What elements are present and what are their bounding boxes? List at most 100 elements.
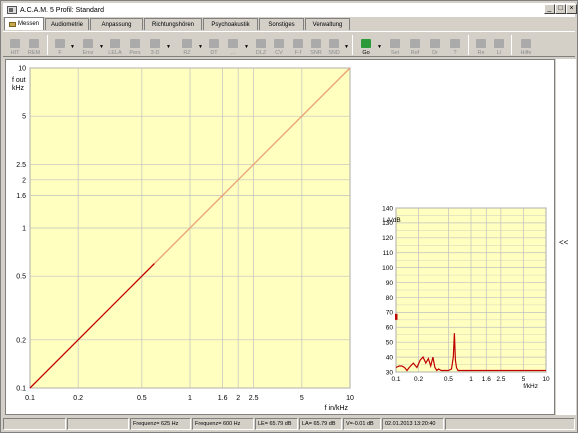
snd-button[interactable]: SND: [326, 34, 342, 56]
emz-dropdown-arrow[interactable]: ▼: [99, 44, 104, 50]
3d-button[interactable]: 3-D: [147, 34, 163, 56]
button-label: Li: [496, 50, 502, 56]
print-button[interactable]: Dr: [428, 34, 442, 56]
close-button[interactable]: ×: [566, 4, 577, 14]
tab-richtungshoeren[interactable]: Richtungshören: [144, 18, 202, 30]
tab-sonstiges[interactable]: Sonstiges: [259, 18, 304, 30]
button-label: ...: [230, 50, 236, 56]
more-dropdown-arrow[interactable]: ▼: [244, 44, 249, 50]
rz-button[interactable]: RZ: [179, 34, 195, 56]
ref-icon: [410, 39, 420, 48]
pers-icon: [130, 39, 140, 48]
button-label: RZ: [183, 50, 191, 56]
toolbar-separator: [468, 35, 469, 55]
snr-button[interactable]: SNR: [308, 34, 324, 56]
tab-label: Psychoakustik: [211, 21, 250, 28]
set-button[interactable]: Set: [388, 34, 402, 56]
3d-icon: [150, 39, 160, 48]
x-tick-label: 1: [188, 395, 192, 402]
status-la: LA= 65.79 dB: [299, 418, 342, 430]
title-bar: A.C.A.M. 5 Profil: Standard _ □ ×: [3, 3, 577, 17]
minimize-button[interactable]: _: [544, 4, 555, 14]
status-datetime: 02.01.2013 13:20:40: [382, 418, 444, 430]
lela-button[interactable]: LELA: [106, 34, 124, 56]
button-label: Go: [362, 50, 370, 56]
dlz-icon: [256, 39, 266, 48]
tab-icon: [8, 21, 16, 27]
cv-button[interactable]: CV: [272, 34, 286, 56]
tab-audiometrie[interactable]: Audiometrie: [45, 18, 89, 30]
spectrum-y-tick-label: 80: [386, 295, 394, 302]
hilfe-button[interactable]: Hilfe: [518, 34, 534, 56]
more-button[interactable]: ...: [225, 34, 241, 56]
spectrum-y-tick-label: 40: [386, 354, 394, 361]
f-dropdown-arrow[interactable]: ▼: [70, 44, 75, 50]
tab-messen[interactable]: Messen: [4, 17, 44, 30]
maximize-button[interactable]: □: [555, 4, 566, 14]
y-tick-label: 5: [22, 114, 26, 121]
x-tick-label: 10: [346, 395, 354, 402]
measurement-panel: 0.1 0.2 0.5 1 1.6 2 2.5 5 10 0.1 0.2 0.5 1 1.6 2 2.5 5 10…: [5, 59, 555, 415]
spectrum-x-tick-label: 10: [542, 376, 550, 383]
left-ear-button[interactable]: Li: [493, 34, 505, 56]
spectrum-y-tick-label: 100: [382, 265, 393, 272]
ref-button[interactable]: Ref: [408, 34, 422, 56]
spectrum-y-tick-label: 70: [386, 310, 394, 317]
hit-button[interactable]: HIT: [7, 34, 23, 56]
spectrum-x-tick-label: 0.2: [414, 376, 423, 383]
tab-psychoakustik[interactable]: Psychoakustik: [203, 18, 258, 30]
y-tick-label: 2.5: [16, 162, 26, 169]
spectrum-x-tick-label: 0.5: [444, 376, 453, 383]
tab-label: Audiometrie: [50, 21, 83, 28]
dt-button[interactable]: DT: [207, 34, 221, 56]
tab-verwaltung[interactable]: Verwaltung: [305, 18, 350, 30]
f-button[interactable]: F: [53, 34, 67, 56]
ff-button[interactable]: F-f: [291, 34, 305, 56]
x-tick-label: 2.5: [249, 395, 259, 402]
question-icon: [450, 39, 460, 48]
toolbar-separator: [47, 35, 48, 55]
button-label: ?: [453, 50, 457, 56]
x-tick-label: 2: [236, 395, 240, 402]
tab-anpassung[interactable]: Anpassung: [90, 18, 143, 30]
button-label: DLZ: [255, 50, 267, 56]
3d-dropdown-arrow[interactable]: ▼: [166, 44, 171, 50]
x-tick-label: 5: [300, 395, 304, 402]
x-tick-label: 0.2: [73, 395, 83, 402]
more-icon: [228, 39, 238, 48]
button-label: Dr: [432, 50, 438, 56]
spectrum-x-tick-label: 5: [522, 376, 526, 383]
y-tick-label: 1: [22, 226, 26, 233]
rz-dropdown-arrow[interactable]: ▼: [198, 44, 203, 50]
go-dropdown-arrow[interactable]: ▼: [377, 44, 382, 50]
button-label: CV: [275, 50, 283, 56]
app-icon: [7, 6, 17, 14]
y-tick-label: 10: [18, 66, 26, 73]
collapse-button[interactable]: <<: [559, 238, 568, 247]
cv-icon: [274, 39, 284, 48]
button-label: 3-D: [150, 50, 160, 56]
status-bar: Frequenz= 625 Hz Frequenz= 600 Hz LE= 65…: [3, 418, 575, 431]
status-empty-3: [445, 418, 575, 430]
help-question-button[interactable]: ?: [449, 34, 461, 56]
snd-dropdown-arrow[interactable]: ▼: [344, 44, 349, 50]
spectrum-y-tick-label: 30: [386, 369, 394, 376]
status-empty-1: [3, 418, 66, 430]
toolbar: HIT REM F ▼ Emz ▼ LELA Pers 3-D ▼ RZ ▼ D…: [3, 31, 575, 57]
window-title: A.C.A.M. 5 Profil: Standard: [20, 6, 105, 14]
status-frequency-2: Frequenz= 600 Hz: [192, 418, 254, 430]
tools-icon: [390, 39, 400, 48]
right-ear-button[interactable]: Re: [475, 34, 487, 56]
button-label: Ref: [410, 50, 420, 56]
y-axis-label: f out: [12, 77, 26, 84]
snd-icon: [329, 39, 339, 48]
spectrum-y-tick-label: 140: [382, 205, 393, 212]
go-button[interactable]: Go: [359, 34, 373, 56]
dlz-button[interactable]: DLZ: [253, 34, 269, 56]
emz-button[interactable]: Emz: [79, 34, 97, 56]
button-label: Emz: [82, 50, 94, 56]
button-label: SNR: [310, 50, 322, 56]
pers-button[interactable]: Pers: [127, 34, 143, 56]
rem-button[interactable]: REM: [25, 34, 43, 56]
hit-icon: [10, 39, 20, 48]
